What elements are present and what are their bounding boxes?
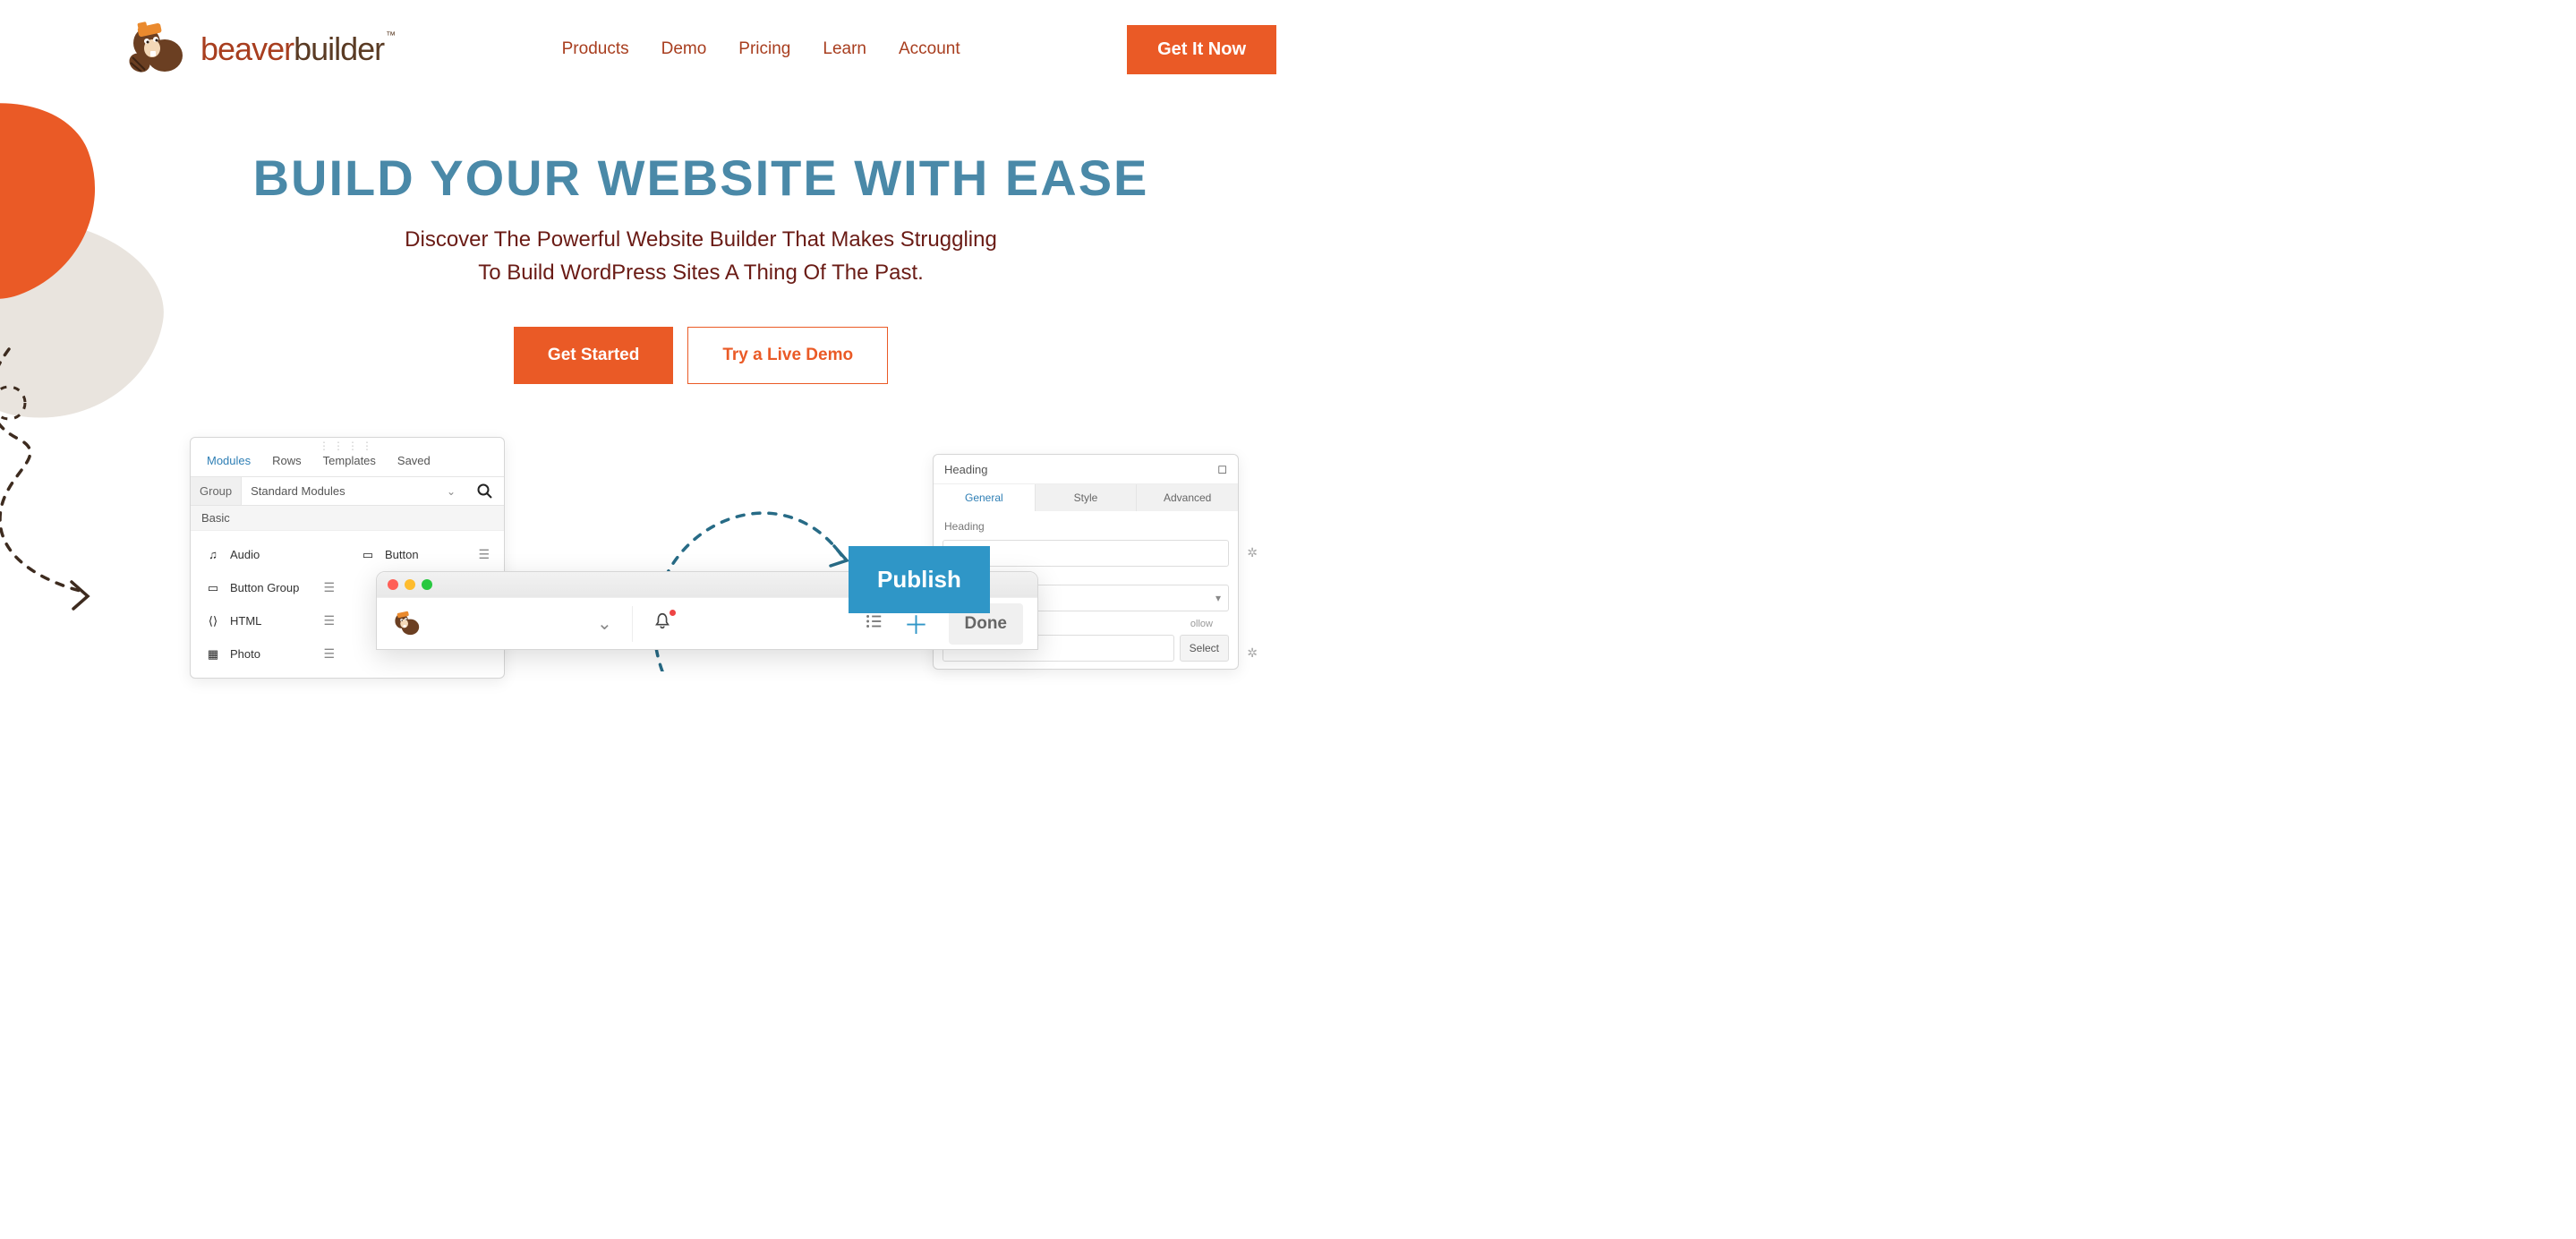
- select-button[interactable]: Select: [1180, 635, 1229, 662]
- nav-learn[interactable]: Learn: [823, 39, 866, 59]
- tab-rows[interactable]: Rows: [272, 454, 302, 467]
- section-basic-label: Basic: [191, 506, 504, 531]
- hero-subtitle: Discover The Powerful Website Builder Th…: [397, 223, 1005, 289]
- get-it-now-button[interactable]: Get It Now: [1127, 25, 1276, 74]
- module-photo[interactable]: ▦ Photo ☰: [192, 637, 347, 671]
- main-nav: Products Demo Pricing Learn Account: [562, 39, 960, 59]
- group-label: Group: [191, 477, 242, 505]
- hero-title: BUILD YOUR WEBSITE WITH EASE: [0, 149, 1402, 207]
- nav-products[interactable]: Products: [562, 39, 629, 59]
- window-minimize-icon[interactable]: [405, 579, 415, 590]
- hero: BUILD YOUR WEBSITE WITH EASE Discover Th…: [0, 149, 1402, 384]
- audio-icon: ♫: [205, 548, 221, 561]
- module-label: Photo: [230, 647, 260, 661]
- tab-general[interactable]: General: [934, 484, 1036, 511]
- tab-saved[interactable]: Saved: [397, 454, 431, 467]
- list-icon: ☰: [323, 580, 335, 595]
- tab-style[interactable]: Style: [1036, 484, 1138, 511]
- search-icon[interactable]: [465, 477, 504, 505]
- module-html[interactable]: ⟨⟩ HTML ☰: [192, 604, 347, 637]
- module-label: Button Group: [230, 581, 299, 594]
- window-maximize-icon[interactable]: [422, 579, 432, 590]
- module-label: HTML: [230, 614, 261, 628]
- tab-modules[interactable]: Modules: [207, 454, 251, 467]
- list-icon: ☰: [478, 547, 490, 562]
- module-button-group[interactable]: ▭ Button Group ☰: [192, 571, 347, 604]
- logo-wordmark: beaverbuilder™: [200, 30, 395, 68]
- nav-account[interactable]: Account: [899, 39, 960, 59]
- chevron-down-icon: ⌄: [447, 485, 456, 498]
- module-label: Audio: [230, 548, 260, 561]
- try-demo-button[interactable]: Try a Live Demo: [687, 327, 888, 384]
- logo[interactable]: beaverbuilder™: [125, 20, 395, 79]
- group-select-value: Standard Modules: [251, 484, 345, 498]
- photo-icon: ▦: [205, 647, 221, 662]
- tab-advanced[interactable]: Advanced: [1137, 484, 1238, 511]
- expand-icon[interactable]: ◻: [1217, 462, 1227, 476]
- get-started-button[interactable]: Get Started: [514, 327, 673, 384]
- gear-icon[interactable]: ✲: [1247, 545, 1258, 560]
- notifications-icon[interactable]: [653, 611, 672, 637]
- heading-field-label: Heading: [934, 511, 1238, 536]
- list-icon: ☰: [323, 613, 335, 628]
- window-close-icon[interactable]: [388, 579, 398, 590]
- module-button[interactable]: ▭ Button ☰: [347, 538, 502, 571]
- outline-list-icon[interactable]: [864, 611, 883, 637]
- beaver-mini-icon: [391, 607, 425, 641]
- html-icon: ⟨⟩: [205, 614, 221, 628]
- module-audio[interactable]: ♫ Audio: [192, 538, 347, 571]
- chevron-down-icon: ▾: [1215, 592, 1221, 604]
- nav-demo[interactable]: Demo: [661, 39, 707, 59]
- list-icon: ☰: [323, 646, 335, 662]
- beaver-logo-icon: [125, 20, 195, 79]
- publish-button[interactable]: Publish: [849, 546, 990, 613]
- nav-pricing[interactable]: Pricing: [738, 39, 790, 59]
- chevron-down-icon[interactable]: ⌄: [597, 612, 612, 635]
- notification-badge: [670, 610, 676, 616]
- button-group-icon: ▭: [205, 581, 221, 595]
- panel-drag-handle[interactable]: ⋮⋮⋮⋮: [191, 438, 504, 454]
- button-icon: ▭: [360, 548, 376, 562]
- group-select[interactable]: Standard Modules ⌄: [242, 477, 465, 505]
- settings-panel-title: Heading: [944, 463, 987, 476]
- site-header: beaverbuilder™ Products Demo Pricing Lea…: [0, 0, 1402, 79]
- gear-icon[interactable]: ✲: [1247, 645, 1258, 661]
- tab-templates[interactable]: Templates: [323, 454, 376, 467]
- module-label: Button: [385, 548, 419, 561]
